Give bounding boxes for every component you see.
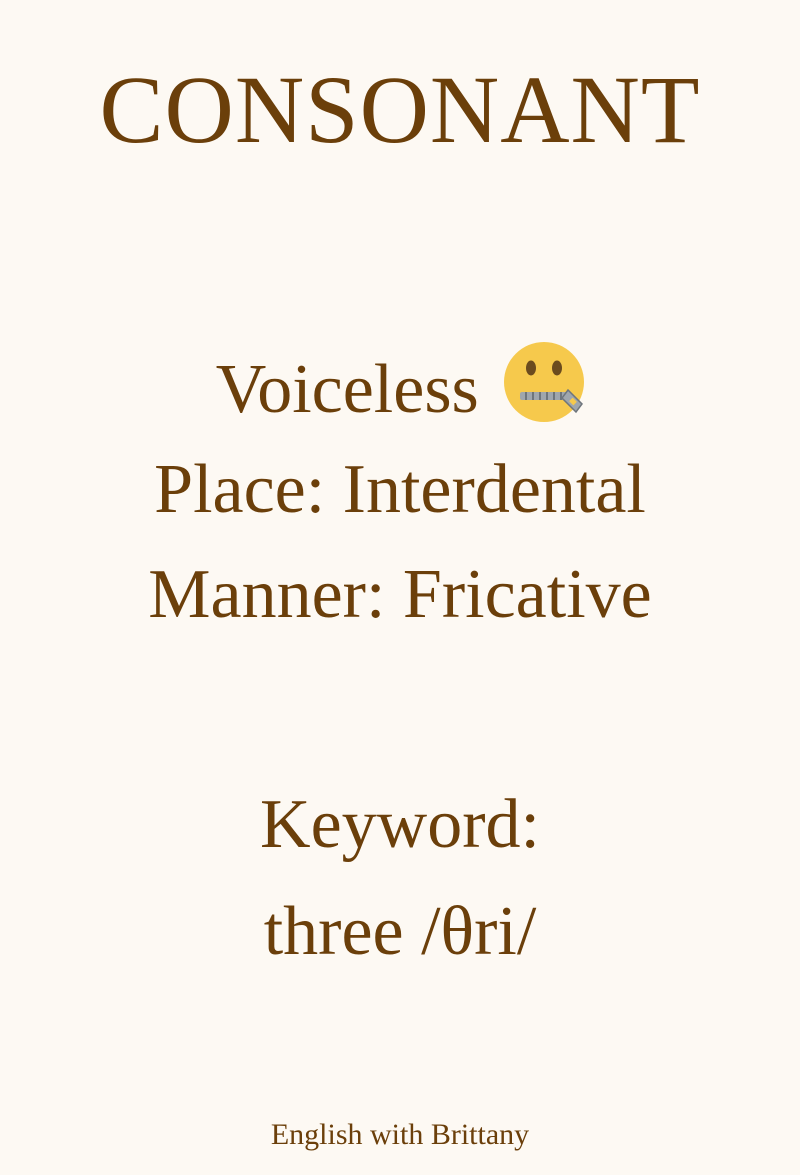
- consonant-card: CONSONANT Voiceless Place: Interdental M…: [0, 0, 800, 1175]
- zipper-mouth-face-icon: [504, 342, 585, 422]
- manner-line: Manner: Fricative: [148, 556, 652, 633]
- footer-credit: English with Brittany: [270, 1118, 530, 1151]
- keyword-value: three /θri/: [263, 893, 537, 970]
- card-title: CONSONANT: [99, 56, 701, 163]
- voicing-line: Voiceless: [0, 342, 800, 425]
- voicing-label: Voiceless: [215, 351, 479, 428]
- place-line: Place: Interdental: [154, 451, 646, 528]
- keyword-label: Keyword:: [260, 786, 540, 863]
